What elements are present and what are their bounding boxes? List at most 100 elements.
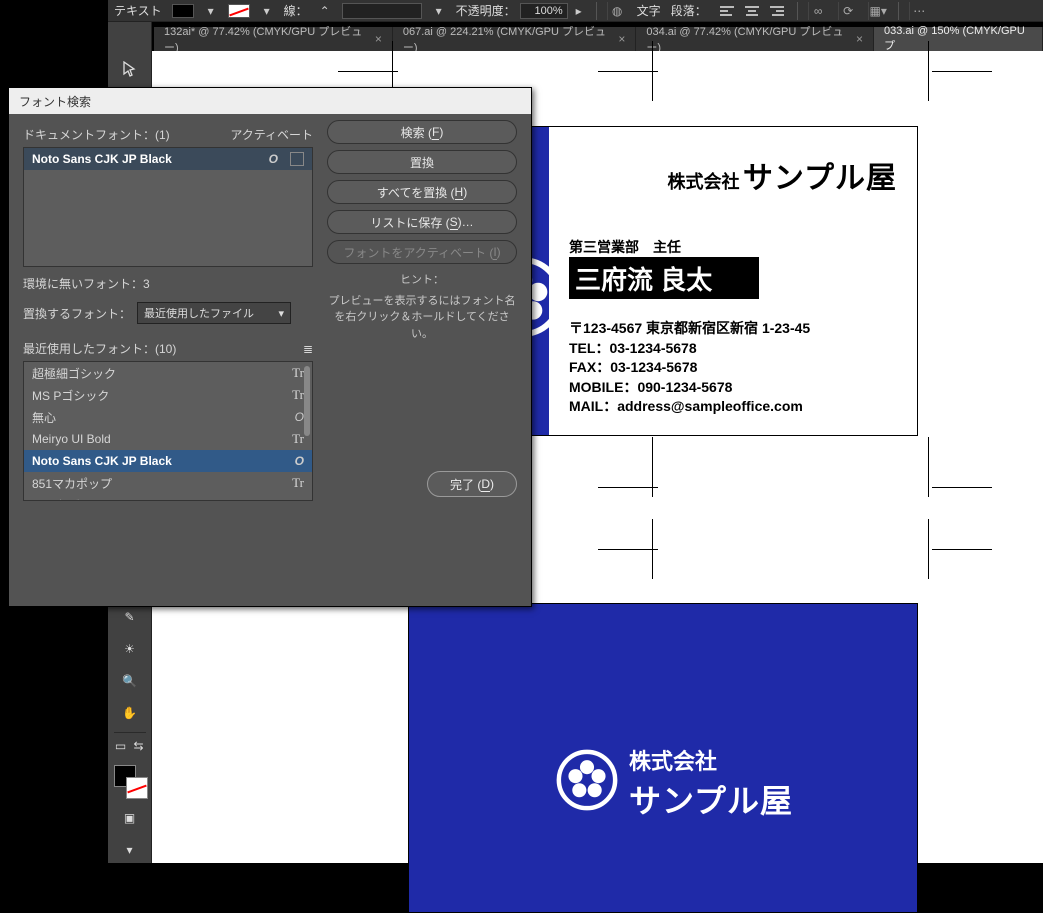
stroke-profile[interactable] (342, 3, 422, 19)
hint-panel: ヒント： プレビューを表示するにはフォント名を右クリック＆ホールドしてください。 (327, 272, 517, 342)
fill-stroke-control[interactable] (112, 763, 148, 799)
logo-icon (555, 748, 619, 815)
options-bar: テキスト ▾ ▾ 線： ⌃ ▾ 不透明度： 100% ▸ ◍ 文字 段落： ∞ … (108, 0, 1043, 22)
document-fonts-list[interactable]: Noto Sans CJK JP Black O (23, 147, 313, 267)
done-button[interactable]: 完了 (D) (427, 471, 517, 497)
chevron-down-icon[interactable]: ▾ (204, 4, 218, 18)
stroke-color[interactable] (126, 777, 148, 799)
font-row[interactable]: 源ノ角ゴシック JP Heavy O (24, 494, 312, 501)
font-row[interactable]: 851マカポップ Tr (24, 472, 312, 494)
paragraph-label[interactable]: 段落： (671, 2, 707, 19)
activate-font-button: フォントをアクティベート (I) (327, 240, 517, 264)
close-icon[interactable]: × (618, 32, 625, 46)
document-fonts-label: ドキュメントフォント：(1) (23, 126, 170, 143)
arrange-icon[interactable]: ▦▾ (868, 2, 888, 20)
company-name: 株式会社 サンプル屋 (668, 153, 897, 197)
close-icon[interactable]: × (375, 32, 382, 46)
scrollbar-thumb[interactable] (304, 366, 310, 436)
tab-label: 033.ai @ 150% (CMYK/GPU プ (884, 25, 1032, 53)
chevron-down-icon[interactable]: ▾ (260, 4, 274, 18)
font-name: MS Pゴシック (32, 387, 109, 404)
fill-swatch[interactable] (172, 4, 194, 18)
opacity-field[interactable]: 100% (520, 3, 568, 19)
font-name: Noto Sans CJK JP Black (32, 454, 172, 468)
chevron-down-icon[interactable]: ▾ (432, 4, 446, 18)
hint-title: ヒント： (327, 272, 517, 289)
font-format-icon: O (295, 498, 304, 501)
font-row[interactable]: 無心O (24, 406, 312, 428)
document-tab[interactable]: 067.ai @ 224.21% (CMYK/GPU プレビュー)× (393, 27, 637, 51)
replace-source-select[interactable]: 最近使用したファイル▾ (137, 302, 291, 324)
document-tab[interactable]: 132ai* @ 77.42% (CMYK/GPU プレビュー)× (154, 27, 393, 51)
person-name: 三府流 良太 (569, 257, 759, 299)
mail: MAIL：address@sampleoffice.com (569, 397, 810, 417)
opacity-label: 不透明度： (456, 2, 516, 19)
chevron-down-icon: ▾ (278, 307, 284, 320)
font-format-icon: Tr (292, 431, 304, 447)
fax: FAX：03-1234-5678 (569, 358, 810, 378)
font-row[interactable]: Noto Sans CJK JP Black O (24, 450, 312, 472)
save-list-button[interactable]: リストに保存 (S)… (327, 210, 517, 234)
replace-button[interactable]: 置換 (327, 150, 517, 174)
font-format-icon: Tr (292, 387, 304, 403)
eyedropper-tool[interactable]: ✎ (116, 604, 144, 630)
font-name: Meiryo UI Bold (32, 432, 111, 446)
zoom-tool[interactable]: 🔍 (116, 668, 144, 694)
font-name: Noto Sans CJK JP Black (32, 152, 172, 166)
department-title: 第三営業部 主任 (569, 237, 681, 257)
separator (898, 2, 899, 20)
tel: TEL：03-1234-5678 (569, 339, 810, 359)
character-label[interactable]: 文字 (637, 2, 661, 19)
screen-mode-icon[interactable]: ▣ (116, 805, 144, 831)
font-row[interactable]: Meiryo UI Bold Tr (24, 428, 312, 450)
stroke-label: 線： (284, 2, 308, 19)
address: 〒123-4567 東京都新宿区新宿 1-23-45 (569, 319, 810, 339)
align-right-button[interactable] (765, 2, 787, 20)
font-format-icon: O (295, 454, 304, 468)
close-icon[interactable]: × (856, 32, 863, 46)
symbol-tool[interactable]: ☀ (116, 636, 144, 662)
list-options-icon[interactable]: ≣ (303, 342, 313, 356)
align-group (717, 2, 787, 20)
transform-icon[interactable]: ⟳ (838, 2, 858, 20)
font-name: 源ノ角ゴシック JP Heavy (32, 497, 170, 502)
document-tab[interactable]: 033.ai @ 150% (CMYK/GPU プ (874, 27, 1043, 51)
hand-tool[interactable]: ✋ (116, 700, 144, 726)
font-name: 851マカポップ (32, 475, 112, 492)
align-center-button[interactable] (741, 2, 763, 20)
font-row[interactable]: MS Pゴシック Tr (24, 384, 312, 406)
font-row[interactable]: Noto Sans CJK JP Black O (24, 148, 312, 170)
font-row[interactable]: 超極細ゴシック Tr (24, 362, 312, 384)
cycle-icon[interactable]: ⇆ (132, 739, 146, 753)
recent-fonts-list[interactable]: 超極細ゴシックTrMS PゴシックTr無心OMeiryo UI BoldTrNo… (23, 361, 313, 501)
stroke-swatch[interactable] (228, 4, 250, 18)
align-left-button[interactable] (717, 2, 739, 20)
replace-all-button[interactable]: すべてを置換 (H) (327, 180, 517, 204)
find-button[interactable]: 検索 (F) (327, 120, 517, 144)
font-format-icon: O (269, 152, 278, 166)
document-tabs: 132ai* @ 77.42% (CMYK/GPU プレビュー)× 067.ai… (154, 27, 1043, 51)
font-name: 無心 (32, 409, 56, 426)
activate-checkbox[interactable] (290, 152, 304, 166)
selection-tool[interactable] (116, 56, 144, 82)
dialog-buttons: 検索 (F) 置換 すべてを置換 (H) リストに保存 (S)… フォントをアク… (327, 120, 517, 264)
mobile: MOBILE：090-1234-5678 (569, 378, 810, 398)
font-find-dialog: フォント検索 ドキュメントフォント：(1) アクティベート Noto Sans … (8, 87, 532, 607)
document-tab[interactable]: 034.ai @ 77.42% (CMYK/GPU プレビュー)× (636, 27, 874, 51)
tool-label: テキスト (114, 2, 162, 19)
link-icon[interactable]: ∞ (808, 2, 828, 20)
more-icon[interactable]: ⋯ (909, 2, 929, 20)
separator (797, 2, 798, 20)
business-card-back: 株式会社 サンプル屋 (408, 603, 918, 913)
activate-header: アクティベート (230, 126, 313, 143)
font-format-icon: Tr (292, 365, 304, 381)
web-icon[interactable]: ◍ (607, 2, 627, 20)
font-format-icon: Tr (292, 475, 304, 491)
stroke-weight-stepper[interactable]: ⌃ (318, 4, 332, 18)
replace-with-label: 置換するフォント： (23, 305, 131, 322)
expand-icon[interactable]: ▾ (116, 837, 144, 863)
chevron-right-icon[interactable]: ▸ (572, 4, 586, 18)
separator (596, 2, 597, 20)
swap-fill-stroke-icon[interactable]: ▭ (114, 739, 128, 753)
font-name: 超極細ゴシック (32, 365, 116, 382)
